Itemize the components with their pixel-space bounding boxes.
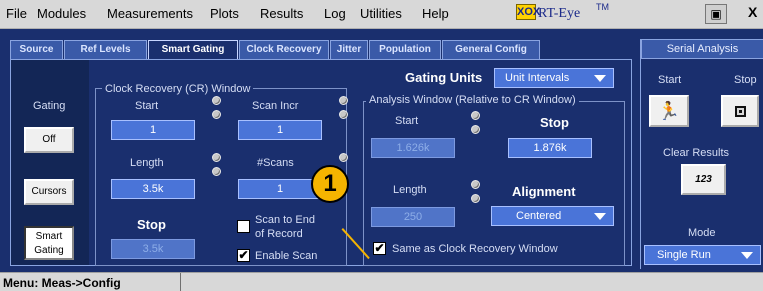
alignment-dropdown[interactable]: Centered (491, 206, 614, 226)
mode-dropdown[interactable]: Single Run (644, 245, 761, 265)
chevron-down-icon (594, 213, 606, 220)
alignment-value: Centered (516, 210, 562, 222)
restore-window-icon[interactable]: ▣ (705, 4, 727, 24)
cr-start-knob-icon[interactable] (212, 96, 221, 105)
app-name: RT-Eye (538, 6, 581, 21)
scan-to-end-checkbox[interactable] (237, 220, 250, 233)
scan-incr-knob-icon[interactable] (339, 110, 348, 119)
main-panel: Source Ref Levels Smart Gating Clock Rec… (0, 29, 763, 272)
scan-incr-knob-icon[interactable] (339, 96, 348, 105)
clear-results-label: Clear Results (663, 147, 730, 159)
cr-start-knob-icon[interactable] (212, 110, 221, 119)
analysis-length-field: 250 (371, 207, 455, 227)
trademark: TM (596, 2, 609, 12)
analysis-start-field: 1.626k (371, 138, 455, 158)
analysis-start-label: Start (395, 115, 419, 127)
stop-button[interactable] (721, 95, 759, 127)
scans-label: #Scans (257, 157, 294, 169)
analysis-window-title: Analysis Window (Relative to CR Window) (366, 94, 579, 106)
stop-label: Stop (734, 74, 757, 86)
serial-analysis-title: Serial Analysis (641, 39, 763, 59)
menu-results[interactable]: Results (260, 6, 303, 21)
alignment-label: Alignment (512, 184, 576, 199)
analysis-length-knob-icon[interactable] (471, 194, 480, 203)
menu-utilities[interactable]: Utilities (360, 6, 402, 21)
cr-start-field[interactable]: 1 (111, 120, 195, 140)
chevron-down-icon (594, 75, 606, 82)
analysis-start-knob-icon[interactable] (471, 125, 480, 134)
menu-bar: File Modules Measurements Plots Results … (0, 0, 763, 29)
analysis-stop-label: Stop (540, 115, 569, 130)
scan-to-end-label-line1: Scan to End (255, 214, 315, 226)
enable-scan-checkbox[interactable]: ✔ (237, 249, 250, 262)
mode-label: Mode (688, 227, 716, 239)
menu-log[interactable]: Log (324, 6, 346, 21)
scans-knob-icon[interactable] (339, 153, 348, 162)
start-run-icon[interactable]: 🏃 (649, 95, 689, 127)
cr-start-label: Start (135, 100, 159, 112)
menu-modules[interactable]: Modules (37, 6, 86, 21)
enable-scan-label: Enable Scan (255, 250, 318, 262)
scan-to-end-label-line2: of Record (255, 228, 303, 240)
scan-incr-field[interactable]: 1 (238, 120, 322, 140)
smart-gating-config: Gating Off Cursors Smart Gating Clock Re… (10, 59, 632, 266)
tab-jitter[interactable]: Jitter (330, 40, 368, 59)
tab-clock-recovery[interactable]: Clock Recovery (239, 40, 329, 59)
status-divider (180, 273, 181, 291)
stop-square-icon (735, 106, 746, 117)
serial-analysis-panel: Serial Analysis Start Stop 🏃 Clear Resul… (640, 39, 763, 269)
close-window-button[interactable]: X (748, 4, 763, 24)
cr-length-knob-icon[interactable] (212, 167, 221, 176)
mode-value: Single Run (657, 249, 711, 261)
status-bar: Menu: Meas->Config (0, 272, 763, 291)
scans-field[interactable]: 1 (238, 179, 322, 199)
tab-ref-levels[interactable]: Ref Levels (64, 40, 147, 59)
eraser-icon: 123 (695, 174, 712, 185)
cr-length-label: Length (130, 157, 164, 169)
smart-gating-line1: Smart (35, 231, 63, 242)
analysis-stop-field[interactable]: 1.876k (508, 138, 592, 158)
cr-length-field[interactable]: 3.5k (111, 179, 195, 199)
analysis-length-label: Length (393, 184, 427, 196)
chevron-down-icon (741, 252, 753, 259)
tab-population[interactable]: Population (369, 40, 441, 59)
gating-off-button[interactable]: Off (24, 127, 74, 153)
menu-file[interactable]: File (6, 6, 27, 21)
analysis-length-knob-icon[interactable] (471, 180, 480, 189)
clear-results-button[interactable]: 123 (681, 164, 726, 195)
cr-stop-label: Stop (137, 217, 166, 232)
same-as-cr-label: Same as Clock Recovery Window (392, 243, 558, 255)
gating-label: Gating (33, 100, 66, 112)
scan-incr-label: Scan Incr (252, 100, 299, 112)
gating-cursors-button[interactable]: Cursors (24, 179, 74, 205)
gating-units-dropdown[interactable]: Unit Intervals (494, 68, 614, 88)
smart-gating-button[interactable]: Smart Gating (24, 226, 74, 260)
gating-units-value: Unit Intervals (505, 72, 570, 84)
tab-smart-gating[interactable]: Smart Gating (148, 40, 238, 60)
start-label: Start (658, 74, 682, 86)
analysis-start-knob-icon[interactable] (471, 111, 480, 120)
menu-plots[interactable]: Plots (210, 6, 239, 21)
callout-badge: 1 (311, 165, 349, 203)
cr-window-title: Clock Recovery (CR) Window (102, 83, 254, 95)
cr-stop-field: 3.5k (111, 239, 195, 259)
menu-measurements[interactable]: Measurements (107, 6, 193, 21)
same-as-cr-checkbox[interactable]: ✔ (373, 242, 386, 255)
tab-general-config[interactable]: General Config (442, 40, 540, 59)
smart-gating-line2: Gating (34, 245, 64, 256)
tab-source[interactable]: Source (10, 40, 63, 59)
gating-units-label: Gating Units (405, 70, 483, 85)
cr-length-knob-icon[interactable] (212, 153, 221, 162)
status-text: Menu: Meas->Config (3, 276, 121, 290)
rt-eye-logo-icon: XOX (516, 4, 541, 20)
menu-help[interactable]: Help (422, 6, 449, 21)
